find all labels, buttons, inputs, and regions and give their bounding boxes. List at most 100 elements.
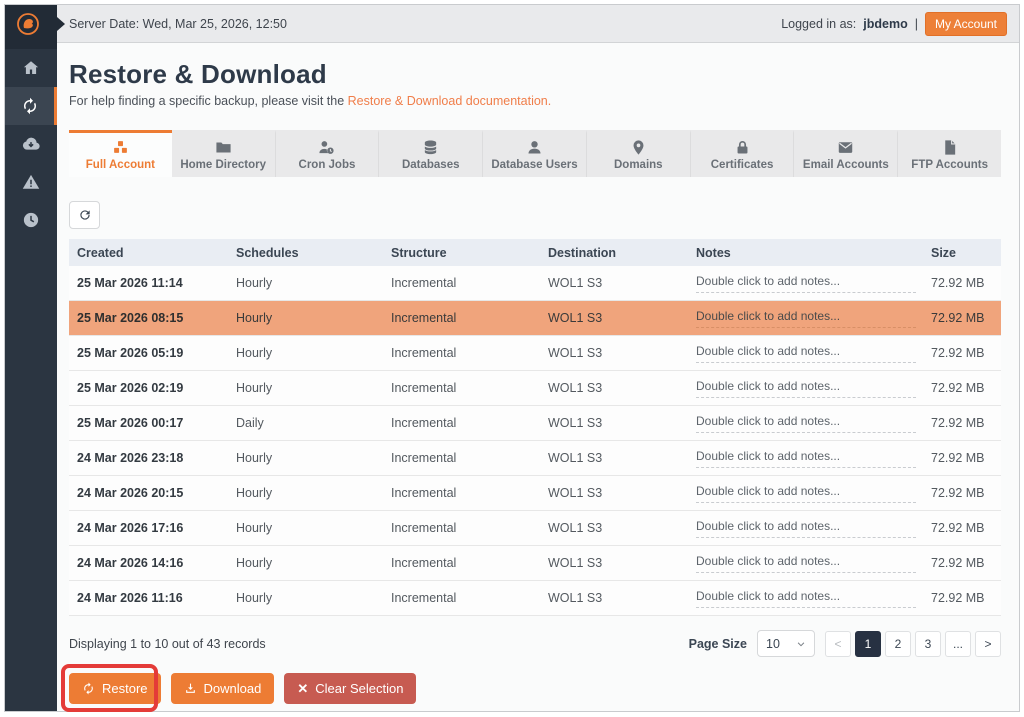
notes-placeholder[interactable]: Double click to add notes... [696,274,916,293]
notes-placeholder[interactable]: Double click to add notes... [696,484,916,503]
tab[interactable]: FTP Accounts [897,130,1001,177]
cell-structure: Incremental [383,486,540,500]
table-row[interactable]: 25 Mar 2026 05:19 Hourly Incremental WOL… [69,336,1001,371]
cell-size: 72.92 MB [923,276,1001,290]
tab-label: Certificates [711,159,774,171]
x-icon: ✕ [297,682,308,695]
cell-size: 72.92 MB [923,591,1001,605]
cell-created: 24 Mar 2026 20:15 [69,486,228,500]
cell-created: 24 Mar 2026 17:16 [69,521,228,535]
cell-destination: WOL1 S3 [540,591,688,605]
page-size-select[interactable]: 10 [757,630,815,657]
logged-in-label: Logged in as: [781,17,856,31]
cell-structure: Incremental [383,381,540,395]
tab[interactable]: Home Directory [172,130,275,177]
cell-created: 25 Mar 2026 02:19 [69,381,228,395]
sync-icon [21,97,39,115]
cell-destination: WOL1 S3 [540,451,688,465]
sidebar-item[interactable] [5,201,57,239]
cell-structure: Incremental [383,276,540,290]
download-icon [184,682,197,695]
cell-destination: WOL1 S3 [540,381,688,395]
clear-selection-button[interactable]: ✕ Clear Selection [284,673,416,704]
tab[interactable]: Domains [586,130,690,177]
page-button[interactable]: 1 [855,631,881,657]
cell-size: 72.92 MB [923,556,1001,570]
my-account-button[interactable]: My Account [925,12,1007,36]
restore-button[interactable]: Restore [69,673,161,704]
col-header-schedules[interactable]: Schedules [228,246,383,260]
cell-destination: WOL1 S3 [540,486,688,500]
page-button[interactable]: 2 [885,631,911,657]
cubes-icon [112,139,129,156]
notes-placeholder[interactable]: Double click to add notes... [696,414,916,433]
cell-destination: WOL1 S3 [540,276,688,290]
tab[interactable]: Email Accounts [793,130,897,177]
sidebar-item[interactable] [5,87,57,125]
table-row[interactable]: 24 Mar 2026 17:16 Hourly Incremental WOL… [69,511,1001,546]
col-header-size[interactable]: Size [923,246,1001,260]
home-icon [22,59,40,77]
backup-type-tabs: Full Account Home Directory Cron Jobs Da… [69,130,1001,177]
page-button[interactable]: > [975,631,1001,657]
page-button[interactable]: ... [945,631,971,657]
sidebar-item[interactable] [5,49,57,87]
notes-placeholder[interactable]: Double click to add notes... [696,589,916,608]
cell-created: 24 Mar 2026 14:16 [69,556,228,570]
cell-created: 25 Mar 2026 05:19 [69,346,228,360]
notes-placeholder[interactable]: Double click to add notes... [696,344,916,363]
notes-placeholder[interactable]: Double click to add notes... [696,449,916,468]
pagination: < 1 2 3 [825,631,1001,657]
table-row[interactable]: 25 Mar 2026 11:14 Hourly Incremental WOL… [69,266,1001,301]
table-row[interactable]: 25 Mar 2026 00:17 Daily Incremental WOL1… [69,406,1001,441]
tab-label: Databases [402,159,460,171]
table-row[interactable]: 24 Mar 2026 20:15 Hourly Incremental WOL… [69,476,1001,511]
cell-size: 72.92 MB [923,311,1001,325]
notes-placeholder[interactable]: Double click to add notes... [696,554,916,573]
file-icon [941,139,958,156]
tab[interactable]: Certificates [690,130,794,177]
documentation-link[interactable]: Restore & Download documentation. [348,94,552,108]
app-window: Server Date: Wed, Mar 25, 2026, 12:50 Lo… [4,4,1020,712]
cell-structure: Incremental [383,416,540,430]
sidebar-item[interactable] [5,163,57,201]
help-text: For help finding a specific backup, plea… [69,94,1019,108]
page-button[interactable]: < [825,631,851,657]
col-header-created[interactable]: Created [69,246,228,260]
tab[interactable]: Cron Jobs [275,130,379,177]
cell-created: 25 Mar 2026 00:17 [69,416,228,430]
page-title: Restore & Download [69,59,1019,90]
top-bar: Server Date: Wed, Mar 25, 2026, 12:50 Lo… [57,5,1019,43]
lock-icon [734,139,751,156]
page-size-label: Page Size [689,637,747,651]
download-button[interactable]: Download [171,673,275,704]
cell-size: 72.92 MB [923,451,1001,465]
table-row[interactable]: 24 Mar 2026 11:16 Hourly Incremental WOL… [69,581,1001,616]
folder-icon [215,139,232,156]
notes-placeholder[interactable]: Double click to add notes... [696,379,916,398]
table-row[interactable]: 24 Mar 2026 14:16 Hourly Incremental WOL… [69,546,1001,581]
col-header-destination[interactable]: Destination [540,246,688,260]
refresh-button[interactable] [69,201,100,229]
tab-label: Home Directory [180,159,266,171]
table-footer: Displaying 1 to 10 out of 43 records Pag… [69,630,1001,657]
col-header-structure[interactable]: Structure [383,246,540,260]
tab[interactable]: Database Users [482,130,586,177]
table-row[interactable]: 25 Mar 2026 02:19 Hourly Incremental WOL… [69,371,1001,406]
app-logo[interactable] [5,5,57,49]
notes-placeholder[interactable]: Double click to add notes... [696,309,916,328]
page-button[interactable]: 3 [915,631,941,657]
notes-placeholder[interactable]: Double click to add notes... [696,519,916,538]
pin-icon [630,139,647,156]
tab[interactable]: Full Account [69,130,172,177]
action-buttons: Restore Download ✕ Clear Selection [69,673,1019,704]
cell-schedule: Hourly [228,276,383,290]
table-row[interactable]: 24 Mar 2026 23:18 Hourly Incremental WOL… [69,441,1001,476]
table-row[interactable]: 25 Mar 2026 08:15 Hourly Incremental WOL… [69,301,1001,336]
table-header-row: Created Schedules Structure Destination … [69,239,1001,266]
sidebar-item[interactable] [5,125,57,163]
tab[interactable]: Databases [378,130,482,177]
sidebar-nav [5,49,57,711]
sync-icon [82,682,95,695]
col-header-notes[interactable]: Notes [688,246,923,260]
